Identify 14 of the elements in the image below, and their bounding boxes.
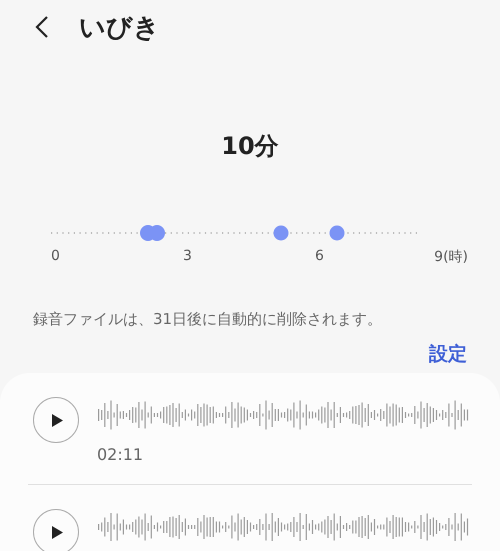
play-button[interactable] xyxy=(33,397,79,443)
back-icon[interactable] xyxy=(35,15,49,39)
tick-label: 3 xyxy=(183,248,193,266)
tick-label: 9(時) xyxy=(434,248,468,266)
play-icon xyxy=(52,414,63,426)
recording-duration: 02:11 xyxy=(97,445,144,464)
tick-label: 0 xyxy=(51,248,61,266)
settings-link[interactable]: 設定 xyxy=(429,341,467,367)
play-icon xyxy=(52,526,63,538)
tick-label: 6 xyxy=(315,248,325,266)
play-button[interactable] xyxy=(33,509,79,551)
total-duration: 10分 xyxy=(220,131,280,162)
notice-text: 録音ファイルは、31日後に自動的に削除されます。 xyxy=(32,310,384,329)
page-title: いびき xyxy=(79,12,160,44)
